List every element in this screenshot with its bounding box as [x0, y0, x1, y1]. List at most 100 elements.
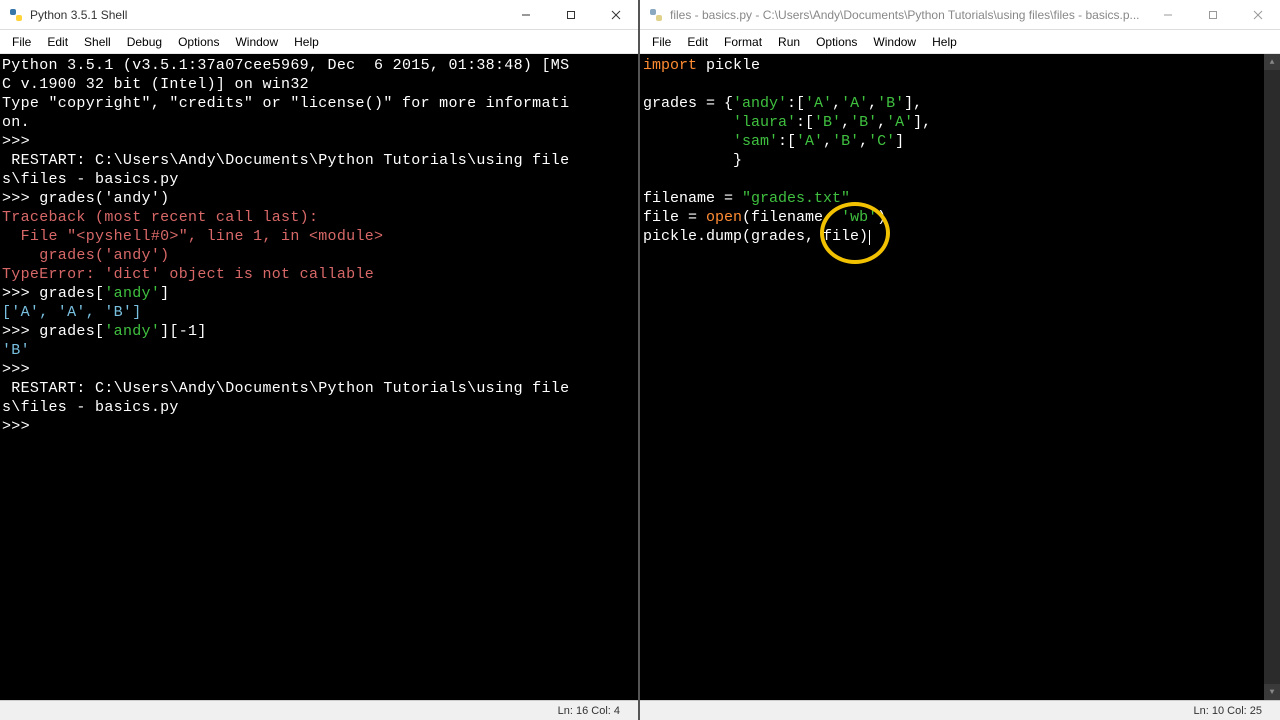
code: ],	[913, 114, 931, 131]
string-literal: 'andy'	[733, 95, 787, 112]
editor-title: files - basics.py - C:\Users\Andy\Docume…	[670, 8, 1145, 22]
menu-file[interactable]: File	[4, 33, 39, 51]
input-code: grades('andy')	[39, 190, 169, 207]
pad	[643, 133, 733, 150]
string-literal: 'B'	[850, 114, 877, 131]
shell-title: Python 3.5.1 Shell	[30, 8, 503, 22]
output: 'B'	[2, 342, 30, 359]
window-controls	[1145, 0, 1280, 29]
prompt: >>>	[2, 133, 30, 150]
prompt: >>>	[2, 418, 39, 435]
traceback: File "<pyshell#0>", line 1, in <module>	[2, 228, 383, 245]
string-literal: 'A'	[841, 95, 868, 112]
pad	[643, 114, 733, 131]
shell-titlebar[interactable]: Python 3.5.1 Shell	[0, 0, 638, 30]
scroll-up-button[interactable]: ▲	[1264, 54, 1280, 70]
code: }	[733, 152, 742, 169]
string-literal: 'B'	[832, 133, 859, 150]
string-literal: 'A'	[796, 133, 823, 150]
code: )	[877, 209, 886, 226]
pad	[643, 152, 733, 169]
code: (filename,	[742, 209, 841, 226]
editor-statusbar: Ln: 10 Col: 25	[640, 700, 1280, 720]
menu-help[interactable]: Help	[924, 33, 965, 51]
string-literal: 'wb'	[841, 209, 877, 226]
code: ,	[823, 133, 832, 150]
menu-debug[interactable]: Debug	[119, 33, 170, 51]
maximize-button[interactable]	[1190, 0, 1235, 29]
traceback: TypeError: 'dict' object is not callable	[2, 266, 374, 283]
prompt: >>>	[2, 323, 39, 340]
code: pickle	[697, 57, 760, 74]
prompt: >>>	[2, 285, 39, 302]
minimize-button[interactable]	[503, 0, 548, 29]
input-code: grades[	[39, 323, 104, 340]
traceback: Traceback (most recent call last):	[2, 209, 318, 226]
code: grades = {	[643, 95, 733, 112]
menu-shell[interactable]: Shell	[76, 33, 119, 51]
string-literal: 'B'	[877, 95, 904, 112]
code: :[	[796, 114, 814, 131]
menu-edit[interactable]: Edit	[39, 33, 76, 51]
banner: Type "copyright", "credits" or "license(…	[2, 95, 569, 112]
code: ,	[868, 95, 877, 112]
minimize-button[interactable]	[1145, 0, 1190, 29]
python-shell-window: Python 3.5.1 Shell File Edit Shell Debug…	[0, 0, 640, 720]
string-literal: "grades.txt"	[742, 190, 850, 207]
scroll-down-button[interactable]: ▼	[1264, 684, 1280, 700]
string-literal: 'andy'	[104, 323, 160, 340]
prompt: >>>	[2, 361, 30, 378]
text-cursor-icon	[869, 230, 870, 245]
banner: on.	[2, 114, 30, 131]
close-button[interactable]	[1235, 0, 1280, 29]
string-literal: 'C'	[868, 133, 895, 150]
string-literal: 'B'	[814, 114, 841, 131]
menu-window[interactable]: Window	[227, 33, 286, 51]
editor-window: files - basics.py - C:\Users\Andy\Docume…	[640, 0, 1280, 720]
shell-menubar: File Edit Shell Debug Options Window Hel…	[0, 30, 638, 54]
string-literal: 'laura'	[733, 114, 796, 131]
traceback: grades('andy')	[2, 247, 169, 264]
code: ,	[841, 114, 850, 131]
output: ['A', 'A', 'B']	[2, 304, 142, 321]
code: ]	[895, 133, 904, 150]
input-code: grades[	[39, 285, 104, 302]
restart-line: RESTART: C:\Users\Andy\Documents\Python …	[2, 380, 569, 397]
menu-format[interactable]: Format	[716, 33, 770, 51]
banner: Python 3.5.1 (v3.5.1:37a07cee5969, Dec 6…	[2, 57, 569, 74]
string-literal: 'andy'	[104, 285, 160, 302]
string-literal: 'A'	[886, 114, 913, 131]
code: filename =	[643, 190, 742, 207]
menu-window[interactable]: Window	[865, 33, 924, 51]
menu-run[interactable]: Run	[770, 33, 808, 51]
scroll-track[interactable]	[1264, 70, 1280, 684]
restart-line: s\files - basics.py	[2, 399, 188, 416]
editor-titlebar[interactable]: files - basics.py - C:\Users\Andy\Docume…	[640, 0, 1280, 30]
vertical-scrollbar[interactable]: ▲ ▼	[1264, 54, 1280, 700]
code: ,	[877, 114, 886, 131]
cursor-position: Ln: 10 Col: 25	[1194, 705, 1263, 717]
menu-file[interactable]: File	[644, 33, 679, 51]
close-button[interactable]	[593, 0, 638, 29]
prompt: >>>	[2, 190, 39, 207]
menu-options[interactable]: Options	[808, 33, 865, 51]
code: ],	[904, 95, 922, 112]
code: ,	[859, 133, 868, 150]
window-controls	[503, 0, 638, 29]
code: :[	[787, 95, 805, 112]
keyword: import	[643, 57, 697, 74]
code: pickle.dump(grades, file)	[643, 228, 868, 245]
menu-options[interactable]: Options	[170, 33, 227, 51]
editor-text-area[interactable]: import pickle grades = {'andy':['A','A',…	[640, 54, 1280, 700]
restart-line: RESTART: C:\Users\Andy\Documents\Python …	[2, 152, 569, 169]
input-code: ]	[160, 285, 169, 302]
code: :[	[778, 133, 796, 150]
editor-menubar: File Edit Format Run Options Window Help	[640, 30, 1280, 54]
code: ,	[832, 95, 841, 112]
cursor-position: Ln: 16 Col: 4	[558, 705, 620, 717]
banner: C v.1900 32 bit (Intel)] on win32	[2, 76, 309, 93]
shell-text-area[interactable]: Python 3.5.1 (v3.5.1:37a07cee5969, Dec 6…	[0, 54, 638, 700]
maximize-button[interactable]	[548, 0, 593, 29]
menu-edit[interactable]: Edit	[679, 33, 716, 51]
menu-help[interactable]: Help	[286, 33, 327, 51]
